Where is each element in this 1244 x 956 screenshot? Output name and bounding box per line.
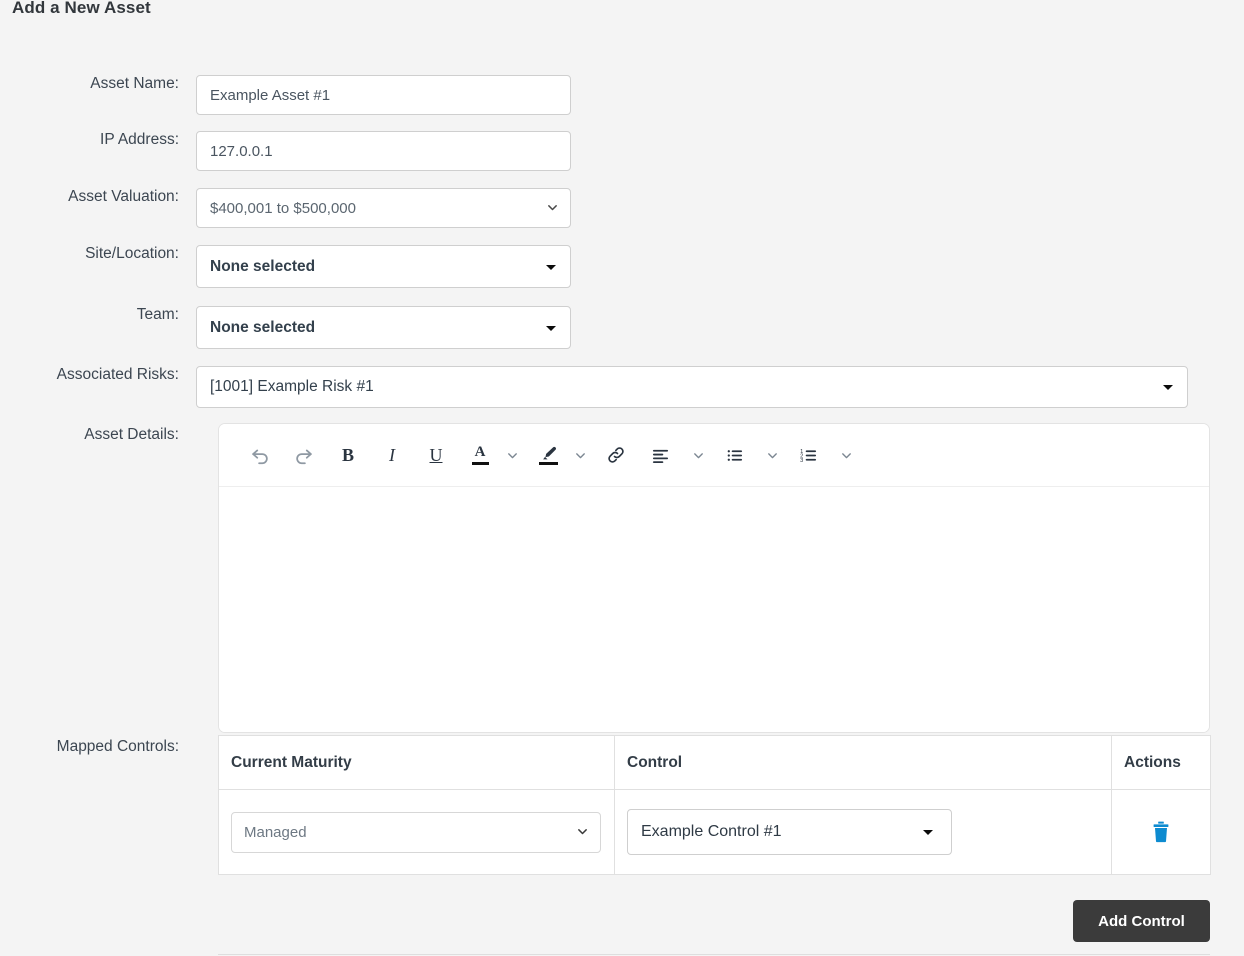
associated-risks-value: [1001] Example Risk #1 <box>210 378 374 395</box>
associated-risks-label: Associated Risks: <box>56 366 179 383</box>
bold-glyph: B <box>341 445 354 465</box>
table-row: Managed Example Control #1 <box>218 789 1211 875</box>
asset-details-label: Asset Details: <box>84 426 179 443</box>
maturity-select-wrapper: Managed <box>231 811 601 853</box>
associated-risks-dropdown[interactable]: [1001] Example Risk #1 <box>196 366 1188 408</box>
column-header-control: Control <box>614 735 1112 790</box>
underline-glyph: U <box>429 445 443 465</box>
site-location-value: None selected <box>210 257 316 275</box>
mapped-controls-table: Current Maturity Control Actions Managed <box>218 735 1211 875</box>
text-color-swatch <box>471 462 489 465</box>
column-header-actions: Actions <box>1111 735 1211 790</box>
caret-down-icon <box>923 830 933 835</box>
numbered-list-icon[interactable]: 1 2 3 <box>791 438 825 472</box>
ip-address-label: IP Address: <box>100 131 179 148</box>
text-color-glyph: A <box>474 444 486 460</box>
highlight-icon[interactable] <box>531 438 565 472</box>
site-location-dropdown[interactable]: None selected <box>196 245 571 288</box>
bold-icon[interactable]: B <box>331 438 365 472</box>
field-row-asset-valuation: Asset Valuation: $400,001 to $500,000 <box>0 188 571 228</box>
text-color-chevron-down-icon[interactable] <box>501 440 523 470</box>
mapped-controls-tbody: Managed Example Control #1 <box>218 789 1211 875</box>
cell-actions <box>1111 789 1211 875</box>
italic-glyph: I <box>389 445 395 465</box>
text-color-icon[interactable]: A <box>463 438 497 472</box>
bottom-divider <box>218 954 1210 955</box>
asset-valuation-label: Asset Valuation: <box>68 188 179 205</box>
control-dropdown[interactable]: Example Control #1 <box>627 809 952 855</box>
asset-details-editor: B I U A 1 2 3 <box>218 423 1210 733</box>
link-icon[interactable] <box>599 438 633 472</box>
control-value: Example Control #1 <box>641 823 782 840</box>
svg-text:3: 3 <box>800 458 803 464</box>
column-header-current-maturity: Current Maturity <box>218 735 615 790</box>
field-row-mapped-controls: Mapped Controls: <box>0 738 196 757</box>
maturity-select[interactable]: Managed <box>231 811 601 853</box>
field-row-site-location: Site/Location: None selected <box>0 245 571 288</box>
undo-icon[interactable] <box>243 438 277 472</box>
table-header-row: Current Maturity Control Actions <box>218 735 1211 790</box>
add-control-button[interactable]: Add Control <box>1073 900 1210 942</box>
delete-control-button[interactable] <box>1147 817 1175 847</box>
asset-name-label: Asset Name: <box>90 75 179 92</box>
align-chevron-down-icon[interactable] <box>687 440 709 470</box>
caret-down-icon <box>546 325 556 331</box>
redo-icon[interactable] <box>287 438 321 472</box>
site-location-label: Site/Location: <box>85 245 179 262</box>
asset-valuation-select[interactable]: $400,001 to $500,000 <box>196 188 571 228</box>
italic-icon[interactable]: I <box>375 438 409 472</box>
mapped-controls-thead: Current Maturity Control Actions <box>218 735 1211 790</box>
page-title: Add a New Asset <box>12 0 151 17</box>
asset-valuation-select-wrapper: $400,001 to $500,000 <box>196 188 571 228</box>
highlight-chevron-down-icon[interactable] <box>569 440 591 470</box>
team-value: None selected <box>210 318 316 336</box>
field-row-associated-risks: Associated Risks: [1001] Example Risk #1 <box>0 366 1188 408</box>
field-row-asset-name: Asset Name: <box>0 75 571 115</box>
highlight-swatch <box>538 461 558 465</box>
field-row-ip-address: IP Address: <box>0 131 571 171</box>
ip-address-input[interactable] <box>196 131 571 171</box>
cell-control: Example Control #1 <box>614 789 1112 875</box>
mapped-controls-label: Mapped Controls: <box>56 738 179 755</box>
field-row-asset-details: Asset Details: <box>0 426 196 445</box>
underline-icon[interactable]: U <box>419 438 453 472</box>
bulleted-list-icon[interactable] <box>717 438 751 472</box>
bulleted-list-chevron-down-icon[interactable] <box>761 440 783 470</box>
asset-details-content[interactable] <box>219 487 1209 732</box>
editor-toolbar: B I U A 1 2 3 <box>219 424 1209 487</box>
caret-down-icon <box>546 264 556 270</box>
trash-icon <box>1151 821 1171 843</box>
team-label: Team: <box>136 306 179 323</box>
numbered-list-chevron-down-icon[interactable] <box>835 440 857 470</box>
align-left-icon[interactable] <box>643 438 677 472</box>
cell-current-maturity: Managed <box>218 789 615 875</box>
add-asset-page: Add a New Asset Asset Name: IP Address: … <box>0 0 1244 956</box>
caret-down-icon <box>1163 385 1173 390</box>
team-dropdown[interactable]: None selected <box>196 306 571 349</box>
field-row-team: Team: None selected <box>0 306 571 349</box>
asset-name-input[interactable] <box>196 75 571 115</box>
